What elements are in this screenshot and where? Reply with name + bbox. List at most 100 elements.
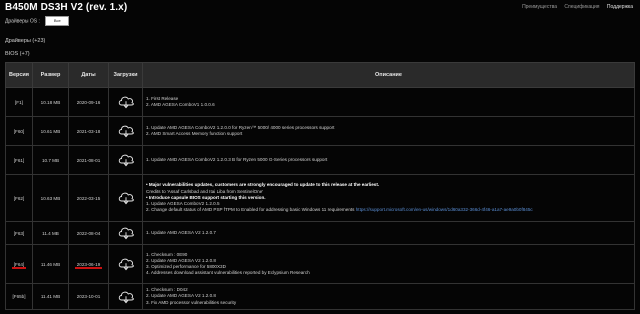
description-line: 2. Change default status of AMD PSP fTPM… — [146, 207, 631, 213]
description-text: 2. Update AMD AGESA V2 1.2.0.8 — [146, 293, 216, 299]
size-cell: 10.61 MB — [32, 116, 69, 146]
description-cell: 1. Update AMD AGESA V2 1.2.0.7 — [142, 221, 635, 245]
size-cell: 11.4 MB — [32, 221, 69, 245]
column-header-version: Версия — [5, 62, 33, 88]
version-cell: [F61] — [5, 145, 33, 175]
bios-date: 2020-09-16 — [76, 99, 101, 105]
drivers-section-toggle[interactable]: Драйверы (+23) — [5, 38, 45, 44]
bios-version: [F65b] — [12, 294, 26, 299]
bios-size: 11.41 MB — [40, 294, 61, 299]
bios-size: 11.46 MB — [40, 261, 61, 267]
download-cell — [108, 87, 143, 117]
page-title: B450M DS3H V2 (rev. 1.x) — [5, 2, 128, 13]
bios-size: 10.7 MB — [41, 157, 60, 163]
description-text: 2. AMD AGESA ComboV1 1.0.0.6 — [146, 102, 215, 107]
description-text: 1. Update AMD AGESA ComboV2 1.2.0.3 B fo… — [146, 156, 328, 162]
date-cell: 2023-10-01 — [68, 283, 109, 310]
description-text: • Introduce capsule BIOS support startin… — [146, 194, 266, 200]
bios-row: [F61] 10.7 MB 2021-08-01 1. Update AMD AGES… — [5, 145, 635, 175]
bios-section-toggle[interactable]: BIOS (+7) — [5, 51, 30, 57]
size-cell: 10.7 MB — [32, 145, 69, 175]
bios-size: 10.63 MB — [40, 195, 61, 201]
cloud-download-icon[interactable] — [117, 256, 135, 272]
bios-row: [F60] 10.61 MB 2021-03-18 1. Update AMD AGE… — [5, 116, 635, 146]
bios-version: [F62] — [13, 195, 25, 201]
description-link[interactable]: https://support.microsoft.com/en-us/wind… — [356, 207, 533, 212]
bios-size: 10.18 MB — [40, 99, 61, 105]
cloud-download-icon[interactable] — [117, 289, 135, 305]
bios-size: 11.4 MB — [42, 230, 59, 236]
description-line: 2. AMD AGESA ComboV1 1.0.0.6 — [146, 102, 631, 108]
column-header-date: Даты — [68, 62, 109, 88]
bios-date: 2023-06-19 — [74, 261, 102, 269]
cloud-download-icon[interactable] — [117, 152, 135, 168]
size-cell: 11.46 MB — [32, 244, 69, 284]
bios-version: [F64] — [11, 261, 27, 269]
download-cell — [108, 283, 143, 310]
date-cell: 2022-03-15 — [68, 174, 109, 222]
bios-date: 2023-10-01 — [76, 294, 101, 299]
os-filter-label: Драйверы OS : — [5, 18, 40, 25]
bios-row: [F1] 10.18 MB 2020-09-16 1. First Release 2.… — [5, 87, 635, 117]
description-text: 3. Fix AMD processor vulnerabilities sec… — [146, 299, 237, 305]
date-cell: 2022-08-04 — [68, 221, 109, 245]
cloud-download-icon[interactable] — [117, 225, 135, 241]
bios-version: [F61] — [13, 157, 25, 163]
version-cell: [F60] — [5, 116, 33, 146]
version-cell: [F63] — [5, 221, 33, 245]
nav-link-support[interactable]: Поддержка — [607, 4, 633, 10]
column-header-downloads: Загрузки — [108, 62, 143, 88]
description-text: 1. Update AGESA ComboV2 1.2.0.5 — [146, 201, 220, 207]
download-cell — [108, 116, 143, 146]
description-text: 1. Checksum : D042 — [146, 287, 188, 293]
version-cell: [F65b] — [5, 283, 33, 310]
description-line: 4. Addresses download assistant vulnerab… — [146, 270, 631, 276]
os-select[interactable]: Bce — [45, 16, 70, 26]
bios-date: 2021-08-01 — [76, 157, 101, 163]
description-text: 1. Update AMD AGESA V2 1.2.0.7 — [146, 229, 216, 235]
description-line: 2. AMD Smart Access Memory function supp… — [146, 131, 631, 137]
bios-row: [F63] 11.4 MB 2022-08-04 1. Update AMD AGES… — [5, 221, 635, 245]
version-cell: [F62] — [5, 174, 33, 222]
cloud-download-icon[interactable] — [117, 190, 135, 206]
bios-size: 10.61 MB — [40, 128, 61, 134]
version-cell: [F64] — [5, 244, 33, 284]
bios-version: [F60] — [13, 128, 25, 134]
description-text: 2. AMD Smart Access Memory function supp… — [146, 131, 243, 136]
description-text: 4. Addresses download assistant vulnerab… — [146, 270, 310, 276]
bios-date: 2022-03-15 — [76, 195, 101, 201]
download-cell — [108, 221, 143, 245]
size-cell: 11.41 MB — [32, 283, 69, 310]
bios-version: [F63] — [13, 230, 25, 236]
description-text: Credits to 'Assaf Carlsbad and Itai Liba… — [146, 188, 264, 194]
description-text: 2. Update AMD AGESA V2 1.2.0.8 — [146, 257, 216, 263]
cloud-download-icon[interactable] — [117, 123, 135, 139]
nav-link-specification[interactable]: Спецификация — [564, 4, 599, 10]
description-line: 1. Update AMD AGESA ComboV2 1.2.0.3 B fo… — [146, 157, 631, 163]
description-text: 1. Update AMD AGESA ComboV2 1.2.0.0 for … — [146, 124, 335, 130]
os-filter: Драйверы OS : Bce — [5, 16, 70, 26]
column-header-size: Размер — [32, 62, 69, 88]
top-nav: Преимущества Спецификация Поддержка — [516, 4, 633, 10]
description-text: 1. Checksum : 0E90 — [146, 251, 188, 257]
bios-row: [F65b] 11.41 MB 2023-10-01 1. Checksum : D0… — [5, 283, 635, 310]
bios-table: Версия Размер Даты Загрузки Описание [F1… — [5, 62, 635, 310]
date-cell: 2021-08-01 — [68, 145, 109, 175]
version-cell: [F1] — [5, 87, 33, 117]
date-cell: 2021-03-18 — [68, 116, 109, 146]
date-cell: 2020-09-16 — [68, 87, 109, 117]
description-line: 1. Update AMD AGESA V2 1.2.0.7 — [146, 230, 631, 236]
bios-date: 2021-03-18 — [76, 128, 101, 134]
description-cell: 1. Update AMD AGESA ComboV2 1.2.0.3 B fo… — [142, 145, 635, 175]
download-cell — [108, 145, 143, 175]
nav-link-advantages[interactable]: Преимущества — [522, 4, 557, 10]
cloud-download-icon[interactable] — [117, 94, 135, 110]
description-text: 2. Change default status of AMD PSP fTPM… — [146, 207, 355, 213]
bios-version: [F1] — [15, 99, 23, 105]
description-cell: 1. Checksum : 0E90 2. Update AMD AGESA V2… — [142, 244, 635, 284]
download-cell — [108, 244, 143, 284]
column-header-description: Описание — [142, 62, 635, 88]
description-cell: 1. Update AMD AGESA ComboV2 1.2.0.0 for … — [142, 116, 635, 146]
description-cell: 1. First Release 2. AMD AGESA ComboV1 1.0… — [142, 87, 635, 117]
size-cell: 10.18 MB — [32, 87, 69, 117]
